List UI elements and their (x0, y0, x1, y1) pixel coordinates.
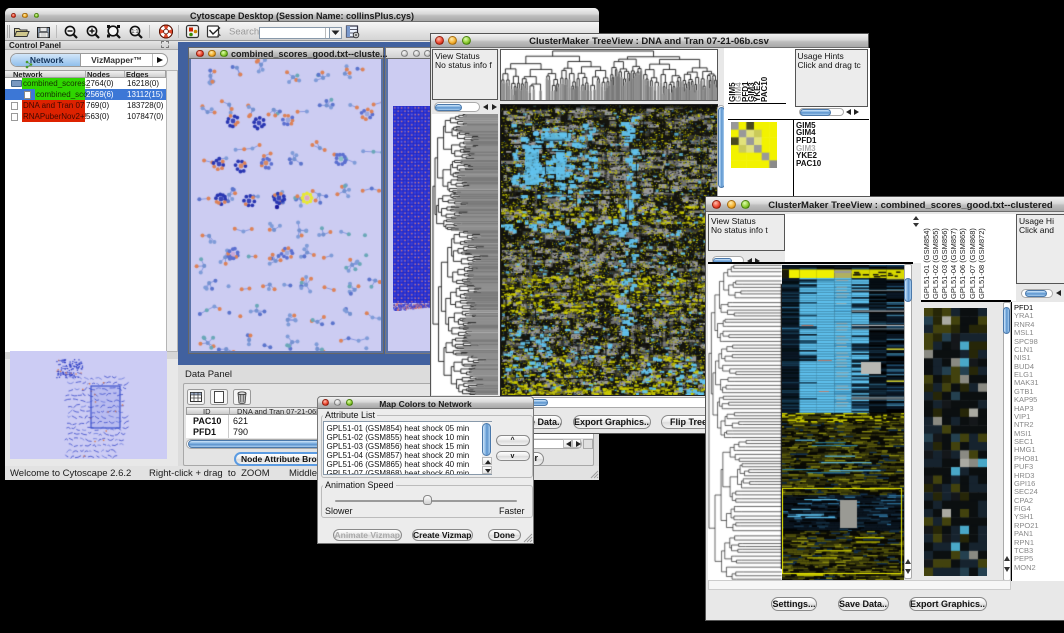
svg-text:Search:: Search: (229, 27, 262, 38)
svg-text:1:1: 1:1 (132, 29, 139, 35)
